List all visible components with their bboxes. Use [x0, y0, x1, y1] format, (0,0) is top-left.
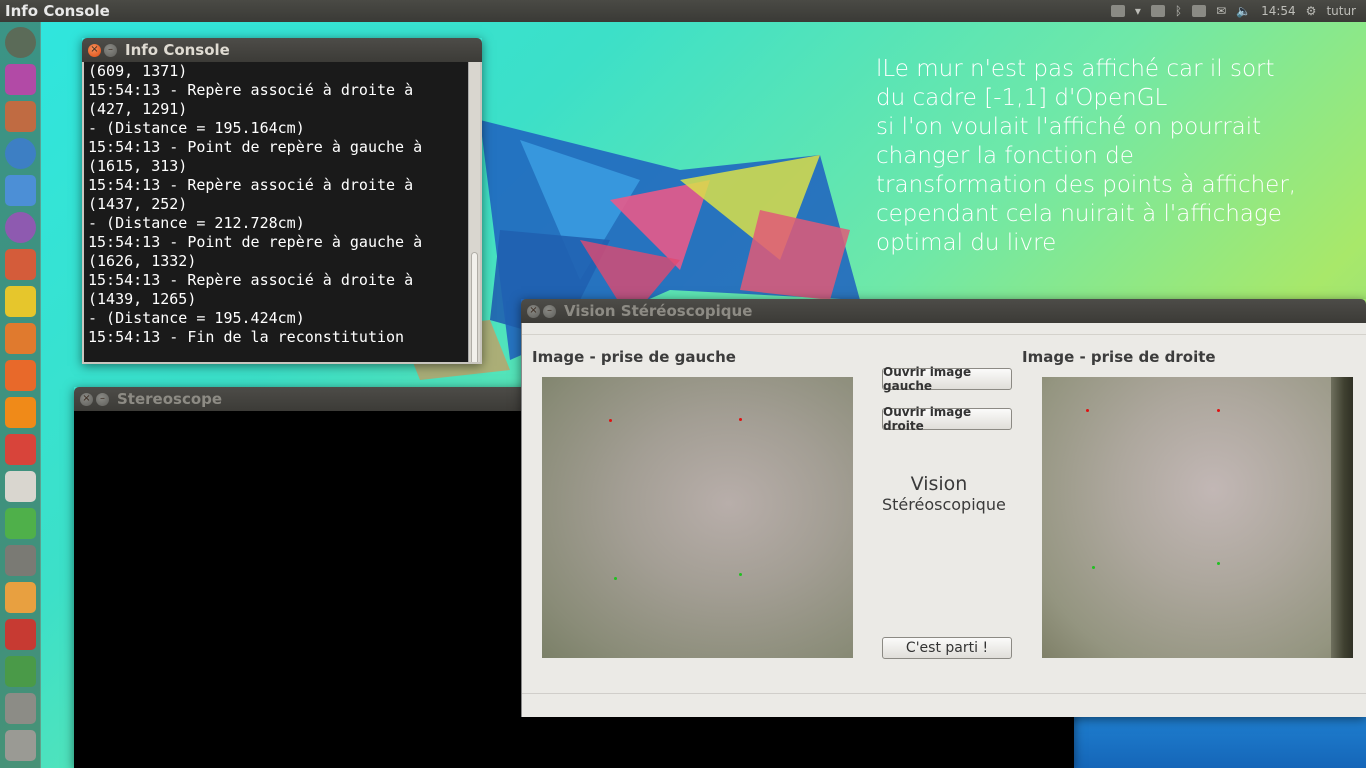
app-icon[interactable]: [5, 360, 36, 391]
console-line: (1437, 252): [88, 195, 188, 213]
console-line: 15:54:13 - Repère associé à droite à: [88, 176, 414, 194]
window-title: Vision Stéréoscopique: [564, 302, 753, 320]
minimize-icon[interactable]: –: [104, 43, 117, 57]
volume-icon[interactable]: 🔈: [1236, 4, 1251, 18]
marker-point: [1092, 566, 1095, 569]
console-line: (1439, 1265): [88, 290, 197, 308]
app-icon[interactable]: [5, 101, 36, 132]
console-line: - (Distance = 195.164cm): [88, 119, 305, 137]
console-line: - (Distance = 195.424cm): [88, 309, 305, 327]
left-image: [542, 377, 853, 658]
marker-point: [1217, 409, 1220, 412]
console-line: 15:54:13 - Fin de la reconstitution: [88, 328, 405, 346]
app-icon[interactable]: [5, 212, 36, 243]
right-image-label: Image - prise de droite: [1022, 348, 1216, 366]
files-icon[interactable]: [5, 64, 36, 95]
battery-icon[interactable]: [1192, 5, 1207, 17]
browser-icon[interactable]: [5, 138, 36, 169]
keyboard-icon[interactable]: [1110, 5, 1125, 17]
right-image: [1042, 377, 1353, 658]
terminal-icon[interactable]: [5, 656, 36, 687]
trash-icon[interactable]: [5, 730, 36, 761]
console-line: (1626, 1332): [88, 252, 197, 270]
user-name[interactable]: tutur: [1326, 4, 1356, 18]
marker-point: [1217, 562, 1220, 565]
console-line: 15:54:13 - Point de repère à gauche à: [88, 138, 423, 156]
gear-icon[interactable]: ⚙: [1306, 4, 1317, 18]
console-line: 15:54:13 - Point de repère à gauche à: [88, 233, 423, 251]
minimize-icon[interactable]: –: [96, 392, 109, 406]
app-icon[interactable]: [5, 249, 36, 280]
open-right-image-button[interactable]: Ouvrir image droite: [882, 405, 1012, 433]
app-heading: Vision Stéréoscopique: [882, 473, 1006, 515]
launcher: [0, 22, 41, 768]
console-titlebar[interactable]: × – Info Console: [82, 38, 482, 62]
app-icon[interactable]: [5, 508, 36, 539]
start-button[interactable]: C'est parti !: [882, 637, 1012, 659]
document-icon[interactable]: [5, 175, 36, 206]
window-title: Info Console: [125, 41, 230, 59]
console-scrollbar[interactable]: [468, 62, 480, 362]
desktop-note: lLe mur n'est pas affiché car il sort du…: [876, 56, 1297, 256]
marker-point: [739, 418, 742, 421]
app-icon[interactable]: [5, 471, 36, 502]
marker-point: [614, 577, 617, 580]
scrollbar-thumb[interactable]: [471, 252, 478, 362]
close-icon[interactable]: ×: [88, 43, 101, 57]
marker-point: [739, 573, 742, 576]
marker-point: [1086, 409, 1089, 412]
active-app-title: Info Console: [5, 2, 110, 20]
info-console-window: × – Info Console (609, 1371) 15:54:13 - R…: [82, 38, 482, 364]
app-icon[interactable]: [5, 434, 36, 465]
vision-titlebar[interactable]: × – Vision Stéréoscopique: [521, 299, 1366, 323]
console-line: - (Distance = 212.728cm): [88, 214, 305, 232]
vision-content: Image - prise de gauche Image - prise de…: [521, 323, 1366, 717]
app-icon[interactable]: [5, 693, 36, 724]
clock[interactable]: 14:54: [1261, 4, 1296, 18]
bluetooth-icon[interactable]: ᛒ: [1175, 4, 1182, 18]
close-icon[interactable]: ×: [80, 392, 93, 406]
heading-line-1: Vision: [910, 473, 968, 495]
status-bar: [522, 693, 1366, 717]
vision-window: × – Vision Stéréoscopique Image - prise …: [521, 299, 1366, 717]
app-icon[interactable]: [5, 286, 36, 317]
left-image-label: Image - prise de gauche: [532, 348, 736, 366]
console-line: (1615, 313): [88, 157, 188, 175]
app-icon[interactable]: [5, 582, 36, 613]
input-method-icon[interactable]: [1150, 5, 1165, 17]
open-left-image-button[interactable]: Ouvrir image gauche: [882, 365, 1012, 393]
console-line: 15:54:13 - Repère associé à droite à: [88, 81, 414, 99]
window-title: Stereoscope: [117, 390, 223, 408]
heading-line-2: Stéréoscopique: [882, 495, 1006, 514]
dash-icon[interactable]: [5, 27, 36, 58]
image-edge: [1331, 377, 1353, 658]
top-panel: Info Console ▾ ᛒ ✉ 🔈 14:54 ⚙ tutur: [0, 0, 1366, 22]
app-icon[interactable]: [5, 323, 36, 354]
wallpaper-corner: [1074, 716, 1366, 768]
app-icon[interactable]: [5, 619, 36, 650]
close-icon[interactable]: ×: [527, 304, 540, 318]
system-tray: ▾ ᛒ ✉ 🔈 14:54 ⚙ tutur: [1110, 4, 1366, 18]
chevron-down-icon[interactable]: ▾: [1135, 4, 1141, 18]
console-line: (609, 1371): [88, 62, 188, 80]
console-line: (427, 1291): [88, 100, 188, 118]
app-icon[interactable]: [5, 545, 36, 576]
console-log: (609, 1371) 15:54:13 - Repère associé à d…: [88, 62, 466, 347]
console-output[interactable]: (609, 1371) 15:54:13 - Repère associé à d…: [82, 62, 482, 364]
console-line: 15:54:13 - Repère associé à droite à: [88, 271, 414, 289]
marker-point: [609, 419, 612, 422]
mail-icon[interactable]: ✉: [1216, 4, 1226, 18]
menubar: [522, 323, 1366, 335]
vlc-icon[interactable]: [5, 397, 36, 428]
minimize-icon[interactable]: –: [543, 304, 556, 318]
